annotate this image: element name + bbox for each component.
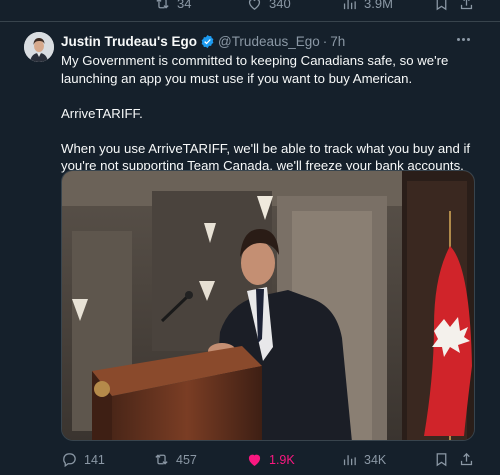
share-button[interactable] (458, 451, 475, 468)
tweet-paragraph: ArriveTARIFF. (61, 105, 143, 121)
tweet[interactable]: Justin Trudeau's Ego @Trudeaus_Ego · 7h … (0, 22, 500, 475)
retweet-icon (155, 454, 168, 465)
tweet-paragraph: My Government is committed to keeping Ca… (61, 53, 449, 86)
retweet-icon (156, 0, 169, 9)
share-icon (460, 0, 473, 10)
separator-dot: · (322, 34, 328, 49)
tweet-actions: 141 457 1.9K 34K (0, 448, 500, 472)
views-icon (343, 455, 356, 466)
prev-like-count: 340 (269, 0, 291, 11)
views-button[interactable]: 34K (341, 451, 386, 468)
tweet-photo[interactable] (61, 170, 475, 441)
more-icon[interactable] (453, 31, 473, 47)
retweet-button[interactable]: 457 (153, 451, 197, 468)
tweet-header: Justin Trudeau's Ego @Trudeaus_Ego · 7h (61, 34, 470, 49)
author-handle[interactable]: @Trudeaus_Ego (218, 34, 320, 49)
prev-views-count: 3.9M (364, 0, 393, 11)
reply-count: 141 (84, 452, 105, 467)
heart-icon (248, 454, 261, 466)
verified-icon (201, 34, 214, 49)
prev-retweet-count: 34 (177, 0, 192, 11)
photo-illustration (62, 171, 474, 440)
views-count: 34K (364, 452, 387, 467)
bookmark-icon (436, 0, 447, 11)
avatar[interactable] (24, 32, 54, 62)
author-name[interactable]: Justin Trudeau's Ego (61, 34, 197, 49)
like-button[interactable]: 1.9K (246, 451, 295, 468)
share-icon (460, 452, 473, 466)
heart-icon (248, 0, 261, 10)
views-icon (343, 0, 356, 10)
reply-icon (63, 453, 76, 468)
prev-bookmark-button[interactable] (433, 0, 450, 12)
prev-share-button[interactable] (458, 0, 475, 12)
bookmark-button[interactable] (433, 451, 450, 468)
reply-button[interactable]: 141 (61, 451, 105, 468)
bookmark-icon (436, 453, 447, 467)
like-count: 1.9K (269, 452, 295, 467)
retweet-count: 457 (176, 452, 197, 467)
prev-retweet-button[interactable]: 34 (154, 0, 191, 12)
prev-like-button[interactable]: 340 (246, 0, 291, 12)
timestamp[interactable]: 7h (330, 34, 345, 49)
previous-tweet-actions: 34 340 3.9M (0, 0, 500, 16)
prev-views-button[interactable]: 3.9M (341, 0, 393, 12)
